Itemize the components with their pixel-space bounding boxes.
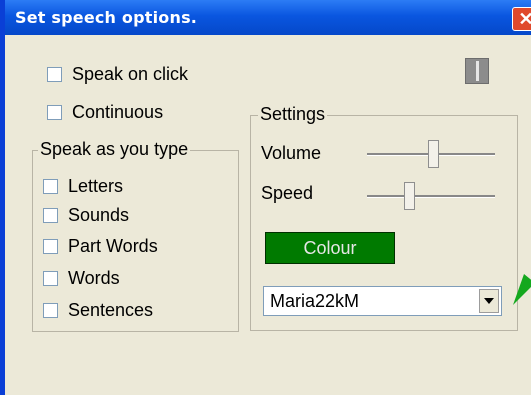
speak-on-click-option[interactable]: Speak on click xyxy=(47,64,188,85)
letters-checkbox[interactable] xyxy=(43,179,58,194)
volume-label: Volume xyxy=(261,143,322,163)
speed-label: Speed xyxy=(261,183,314,203)
words-checkbox[interactable] xyxy=(43,271,58,286)
speak-on-click-label: Speak on click xyxy=(72,64,189,84)
speak-as-you-type-label: Speak as you type xyxy=(38,139,191,160)
letters-label: Letters xyxy=(68,176,124,196)
window-title: Set speech options. xyxy=(15,8,198,27)
voice-select[interactable]: Maria22kM xyxy=(263,286,502,316)
colour-button[interactable]: Colour xyxy=(265,232,395,264)
sentences-checkbox[interactable] xyxy=(43,303,58,318)
sounds-label: Sounds xyxy=(68,205,130,225)
close-icon: ✕ xyxy=(518,9,531,29)
words-label: Words xyxy=(68,268,120,288)
speak-on-click-checkbox[interactable] xyxy=(47,67,62,82)
chevron-down-icon xyxy=(484,298,494,304)
continuous-option[interactable]: Continuous xyxy=(47,102,163,123)
continuous-label: Continuous xyxy=(72,102,164,122)
settings-label: Settings xyxy=(258,104,328,125)
pointer-arrow-icon xyxy=(513,274,531,305)
sentences-option[interactable]: Sentences xyxy=(43,300,153,321)
part-words-label: Part Words xyxy=(68,236,158,256)
speech-options-window: Set speech options. ✕ Speak on click Con… xyxy=(0,0,531,395)
words-option[interactable]: Words xyxy=(43,268,120,289)
speed-slider-thumb[interactable] xyxy=(403,182,415,210)
dropdown-button[interactable] xyxy=(479,289,499,313)
letters-option[interactable]: Letters xyxy=(43,176,123,197)
continuous-checkbox[interactable] xyxy=(47,105,62,120)
close-button[interactable]: ✕ xyxy=(512,7,531,31)
part-words-checkbox[interactable] xyxy=(43,239,58,254)
voice-select-value: Maria22kM xyxy=(270,291,360,311)
part-words-option[interactable]: Part Words xyxy=(43,236,158,257)
pause-icon[interactable] xyxy=(465,58,489,84)
title-bar: Set speech options. xyxy=(5,0,531,35)
sentences-label: Sentences xyxy=(68,300,154,320)
speed-slider-track xyxy=(367,195,495,198)
sounds-option[interactable]: Sounds xyxy=(43,205,129,226)
sounds-checkbox[interactable] xyxy=(43,208,58,223)
volume-slider-thumb[interactable] xyxy=(428,140,440,168)
